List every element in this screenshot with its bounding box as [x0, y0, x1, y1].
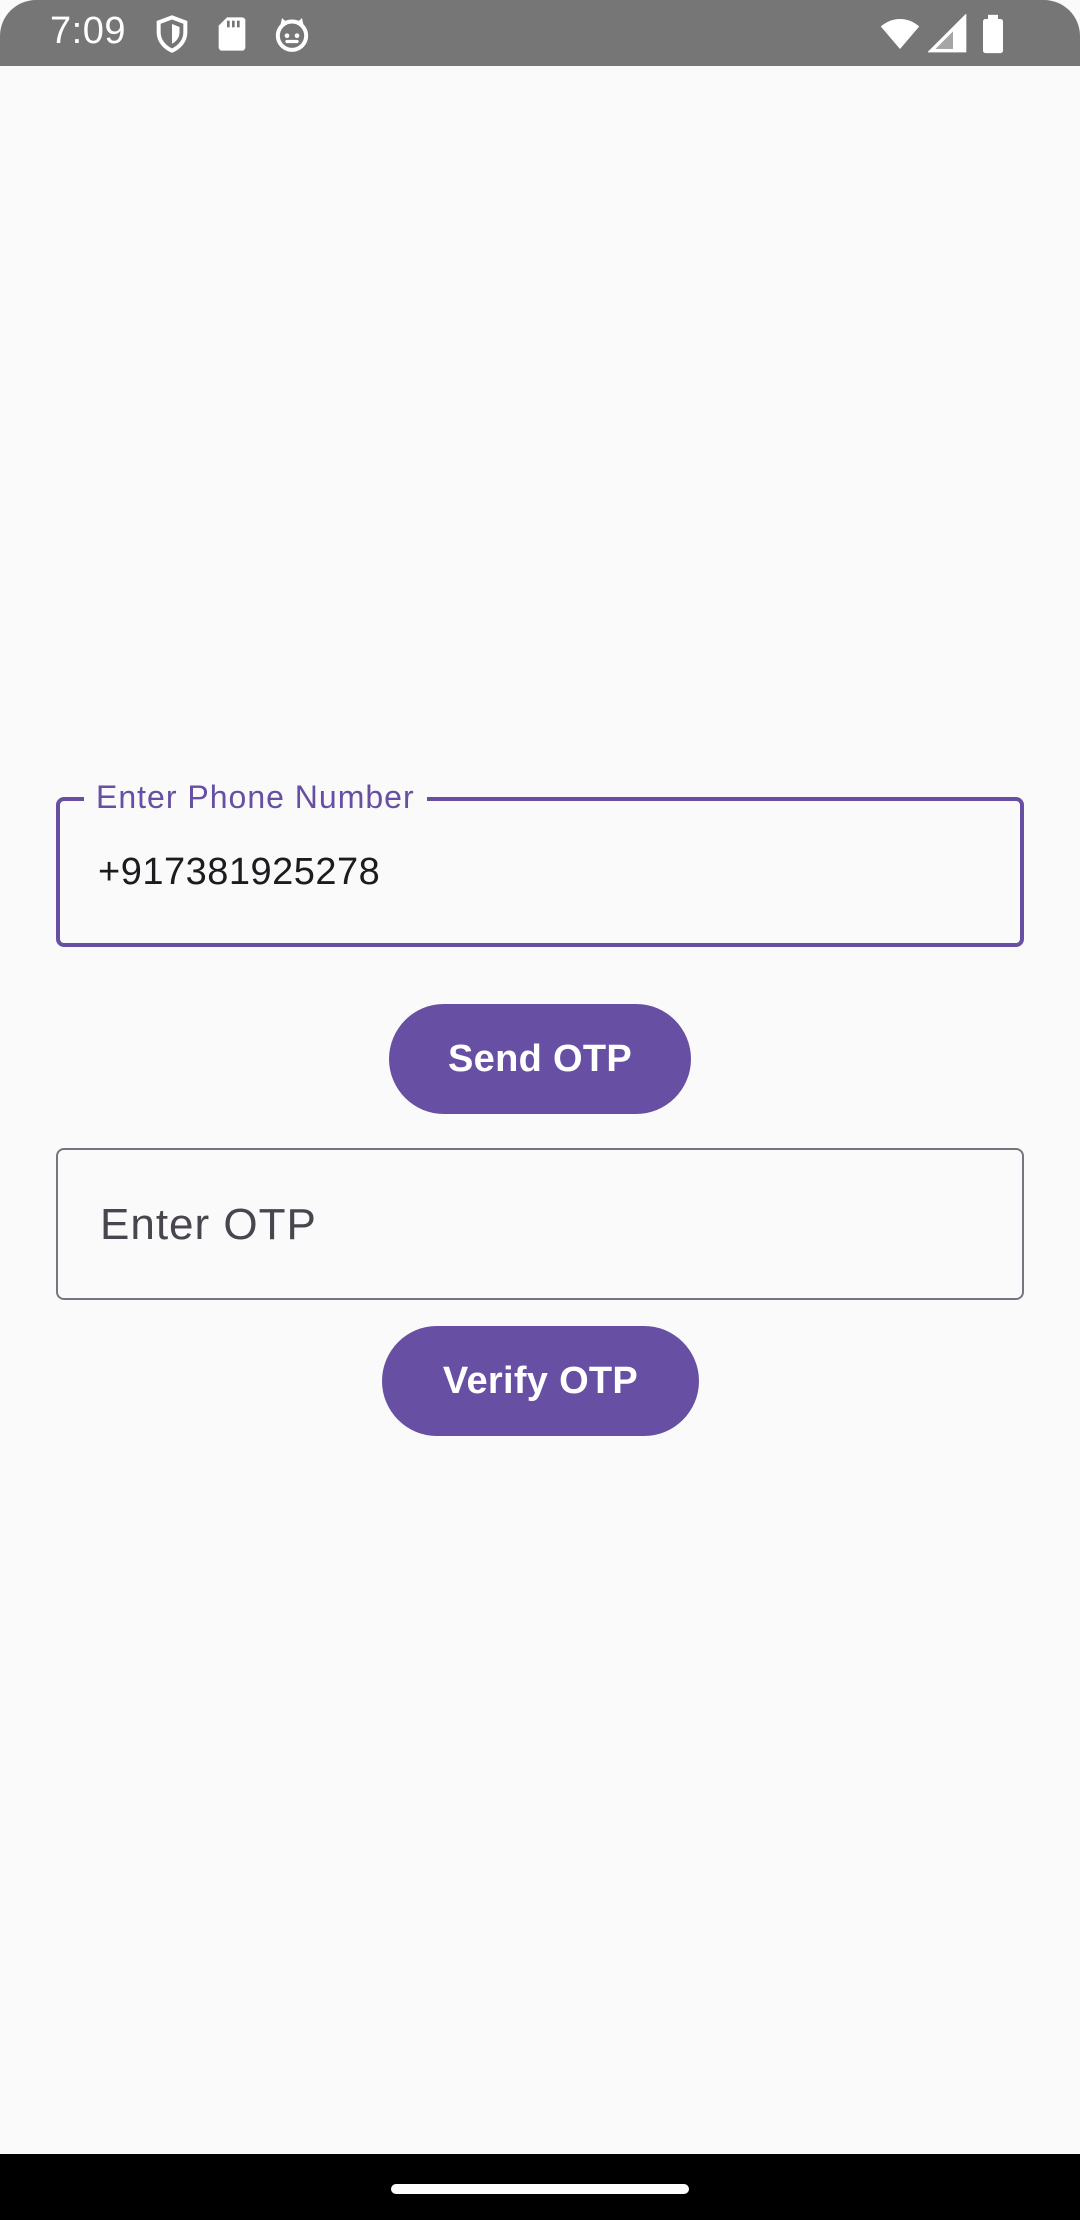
screen: 7:09 Enter Phone Number +917381925278 Se… — [0, 0, 1080, 2220]
navigation-bar — [0, 2154, 1080, 2220]
sd-card-icon — [212, 14, 252, 54]
status-bar: 7:09 — [0, 0, 1080, 66]
phone-number-field[interactable]: Enter Phone Number +917381925278 — [56, 777, 1024, 947]
verify-otp-button[interactable]: Verify OTP — [382, 1326, 699, 1436]
cat-face-icon — [272, 14, 312, 54]
battery-icon — [978, 14, 1008, 54]
otp-field[interactable]: Enter OTP — [56, 1148, 1024, 1300]
send-otp-button[interactable]: Send OTP — [389, 1004, 691, 1114]
wifi-icon — [878, 14, 922, 54]
phone-number-value[interactable]: +917381925278 — [98, 851, 380, 894]
shield-icon — [152, 14, 192, 54]
status-time: 7:09 — [50, 10, 126, 52]
signal-icon — [928, 14, 968, 54]
home-gesture-handle[interactable] — [391, 2184, 689, 2194]
phone-number-label: Enter Phone Number — [84, 777, 427, 817]
otp-placeholder: Enter OTP — [100, 1200, 317, 1249]
